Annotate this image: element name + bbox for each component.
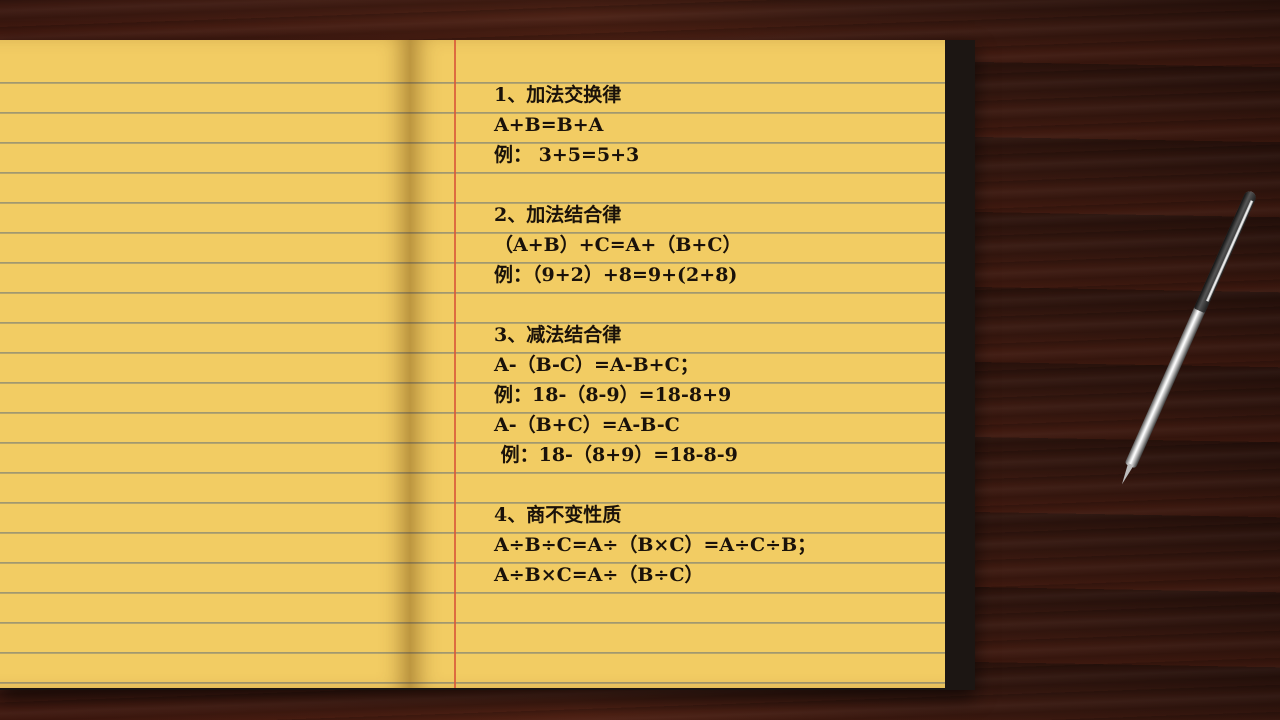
section-title: 1、加法交换律 bbox=[494, 84, 622, 106]
margin-line bbox=[454, 40, 456, 688]
pen-icon bbox=[1114, 189, 1258, 492]
formula: A÷B×C=A÷（B÷C） bbox=[494, 564, 704, 586]
notebook-left-page bbox=[0, 40, 410, 688]
formula: （A+B）+C=A+（B+C） bbox=[494, 234, 742, 256]
pen-clip bbox=[1205, 200, 1254, 302]
example: 例：18-（8+9）=18-8-9 bbox=[494, 444, 738, 466]
section-title: 3、减法结合律 bbox=[494, 324, 622, 346]
formula: A÷B÷C=A÷（B×C）=A÷C÷B； bbox=[494, 534, 817, 556]
section-title: 4、商不变性质 bbox=[494, 504, 622, 526]
formula: A+B=B+A bbox=[494, 114, 604, 136]
math-notes: 1、加法交换律 A+B=B+A 例： 3+5=5+3 2、加法结合律 （A+B）… bbox=[494, 80, 934, 590]
example: 例： 3+5=5+3 bbox=[494, 144, 640, 166]
section-title: 2、加法结合律 bbox=[494, 204, 622, 226]
example: 例：18-（8-9）=18-8+9 bbox=[494, 384, 732, 406]
formula: A-（B-C）=A-B+C； bbox=[494, 354, 699, 376]
pen-tip bbox=[1119, 463, 1134, 486]
formula: A-（B+C）=A-B-C bbox=[494, 414, 680, 436]
example: 例：（9+2）+8=9+(2+8) bbox=[494, 264, 738, 286]
